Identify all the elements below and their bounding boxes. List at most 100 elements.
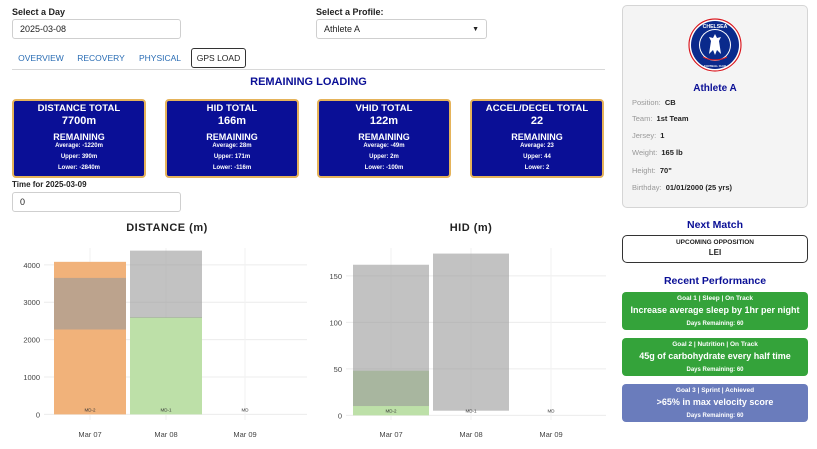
profile-height: Height: 70" <box>632 166 672 175</box>
club-subtitle-text: FOOTBALL CLUB <box>704 64 726 68</box>
recent-performance-title: Recent Performance <box>663 275 767 287</box>
club-crest-logo: CHELSEA FOOTBALL CLUB <box>688 18 742 72</box>
goal-days: Days Remaining: 60 <box>686 367 744 373</box>
goal-days: Days Remaining: 60 <box>686 321 744 327</box>
card-average: Average: 23 <box>520 143 554 149</box>
field-label: Team: <box>632 114 653 123</box>
card-remaining-label: REMAINING <box>53 132 105 142</box>
x-tick-label: Mar 09 <box>233 430 256 439</box>
range-band <box>54 277 126 330</box>
goal-card[interactable]: Goal 1 | Sleep | On Track Increase avera… <box>622 292 808 330</box>
y-tick-label: 0 <box>36 410 40 419</box>
section-title: REMAINING LOADING <box>250 76 367 88</box>
hid-chart: 0 50 100 150 MD-2 Mar 07 MD-1 Mar 08 MD Mar 09 <box>329 248 606 439</box>
card-upper: Upper: 2m <box>369 154 399 160</box>
profile-weight: Weight: 165 lb <box>632 148 683 157</box>
y-tick-label: 100 <box>329 318 342 327</box>
goal-card[interactable]: Goal 3 | Sprint | Achieved >65% in max v… <box>622 384 808 422</box>
distance-card: DISTANCE TOTAL 7700m REMAINING Average: … <box>12 99 146 178</box>
card-title: HID TOTAL <box>206 103 258 114</box>
goal-text: 45g of carbohydrate every half time <box>639 351 791 361</box>
card-value: 122m <box>369 115 399 127</box>
profile-position: Position: CB <box>632 98 676 107</box>
card-title: DISTANCE TOTAL <box>37 103 121 114</box>
bar-day-label: MD <box>242 407 250 412</box>
goal-header: Goal 3 | Sprint | Achieved <box>675 387 755 394</box>
x-tick-label: Mar 08 <box>459 430 482 439</box>
goal-days: Days Remaining: 60 <box>686 413 744 419</box>
distance-chart: 0 1000 2000 3000 4000 MD-2 Mar 07 MD-1 Mar 08 MD M… <box>23 248 307 439</box>
card-average: Average: -1220m <box>55 143 103 149</box>
card-lower: Lower: -116m <box>212 165 252 171</box>
goal-header: Goal 2 | Nutrition | On Track <box>672 341 758 348</box>
field-value: 1st Team <box>656 114 689 123</box>
card-remaining-label: REMAINING <box>511 132 563 142</box>
field-value: 70" <box>659 166 672 175</box>
next-match-title: Next Match <box>686 219 743 231</box>
range-band <box>433 253 509 411</box>
field-label: Weight: <box>632 148 658 157</box>
range-band <box>353 264 429 407</box>
tabs-divider <box>12 69 605 70</box>
opponent-name: LEI <box>708 248 722 257</box>
profile-select-value: Athlete A <box>324 24 361 34</box>
card-average: Average: 28m <box>212 143 252 149</box>
y-tick-label: 0 <box>338 411 342 420</box>
time-label: Time for 2025-03-09 <box>12 180 87 189</box>
bar-day-label: MD-2 <box>386 408 397 413</box>
card-lower: Lower: -100m <box>364 165 404 171</box>
profile-select[interactable]: Athlete A ▼ <box>316 19 487 39</box>
x-tick-label: Mar 07 <box>78 430 101 439</box>
time-input[interactable]: 0 <box>12 192 181 212</box>
profile-jersey: Jersey: 1 <box>632 131 664 140</box>
tab-gps-load[interactable]: GPS LOAD <box>191 48 246 68</box>
card-value: 22 <box>530 115 544 127</box>
profile-label: Select a Profile: <box>316 7 384 17</box>
field-value: CB <box>664 98 676 107</box>
field-label: Height: <box>632 166 656 175</box>
y-tick-label: 4000 <box>23 261 40 270</box>
field-value: 165 lb <box>661 148 683 157</box>
card-lower: Lower: 2 <box>524 165 550 171</box>
tab-overview[interactable]: OVERVIEW <box>12 48 70 68</box>
y-tick-label: 3000 <box>23 298 40 307</box>
y-tick-label: 1000 <box>23 373 40 382</box>
field-label: Position: <box>632 98 661 107</box>
y-tick-label: 2000 <box>23 336 40 345</box>
data-bar <box>130 317 202 415</box>
athlete-name: Athlete A <box>693 83 737 94</box>
profile-birthday: Birthday: 01/01/2000 (25 yrs) <box>632 183 732 192</box>
x-tick-label: Mar 08 <box>154 430 177 439</box>
date-input[interactable]: 2025-03-08 <box>12 19 181 39</box>
vhid-card: VHID TOTAL 122m REMAINING Average: -49m … <box>317 99 451 178</box>
upcoming-opposition-label: UPCOMING OPPOSITION <box>675 239 754 246</box>
bar-day-label: MD-1 <box>466 408 477 413</box>
card-title: VHID TOTAL <box>355 103 413 114</box>
x-tick-label: Mar 09 <box>539 430 562 439</box>
card-upper: Upper: 171m <box>213 154 251 160</box>
card-average: Average: -49m <box>363 143 405 149</box>
goal-card[interactable]: Goal 2 | Nutrition | On Track 45g of car… <box>622 338 808 376</box>
card-upper: Upper: 44 <box>523 154 551 160</box>
card-value: 166m <box>217 115 247 127</box>
date-label: Select a Day <box>12 7 66 17</box>
tab-recovery[interactable]: RECOVERY <box>72 48 130 68</box>
field-value: 01/01/2000 (25 yrs) <box>665 183 733 192</box>
profile-team: Team: 1st Team <box>632 114 689 123</box>
accel-decel-card: ACCEL/DECEL TOTAL 22 REMAINING Average: … <box>470 99 604 178</box>
goal-text: >65% in max velocity score <box>656 397 774 407</box>
card-lower: Lower: -2840m <box>57 165 100 171</box>
y-tick-label: 50 <box>334 365 342 374</box>
goal-header: Goal 1 | Sleep | On Track <box>677 295 753 302</box>
distance-chart-title: DISTANCE (m) <box>126 222 208 234</box>
field-value: 1 <box>660 131 665 140</box>
bar-day-label: MD-1 <box>161 407 172 412</box>
club-name-text: CHELSEA <box>703 24 728 30</box>
tab-physical[interactable]: PHYSICAL <box>132 48 188 68</box>
field-label: Birthday: <box>632 183 662 192</box>
card-remaining-label: REMAINING <box>206 132 258 142</box>
y-tick-label: 150 <box>329 272 342 281</box>
card-value: 7700m <box>61 115 97 127</box>
range-band <box>130 250 202 318</box>
field-label: Jersey: <box>632 131 657 140</box>
